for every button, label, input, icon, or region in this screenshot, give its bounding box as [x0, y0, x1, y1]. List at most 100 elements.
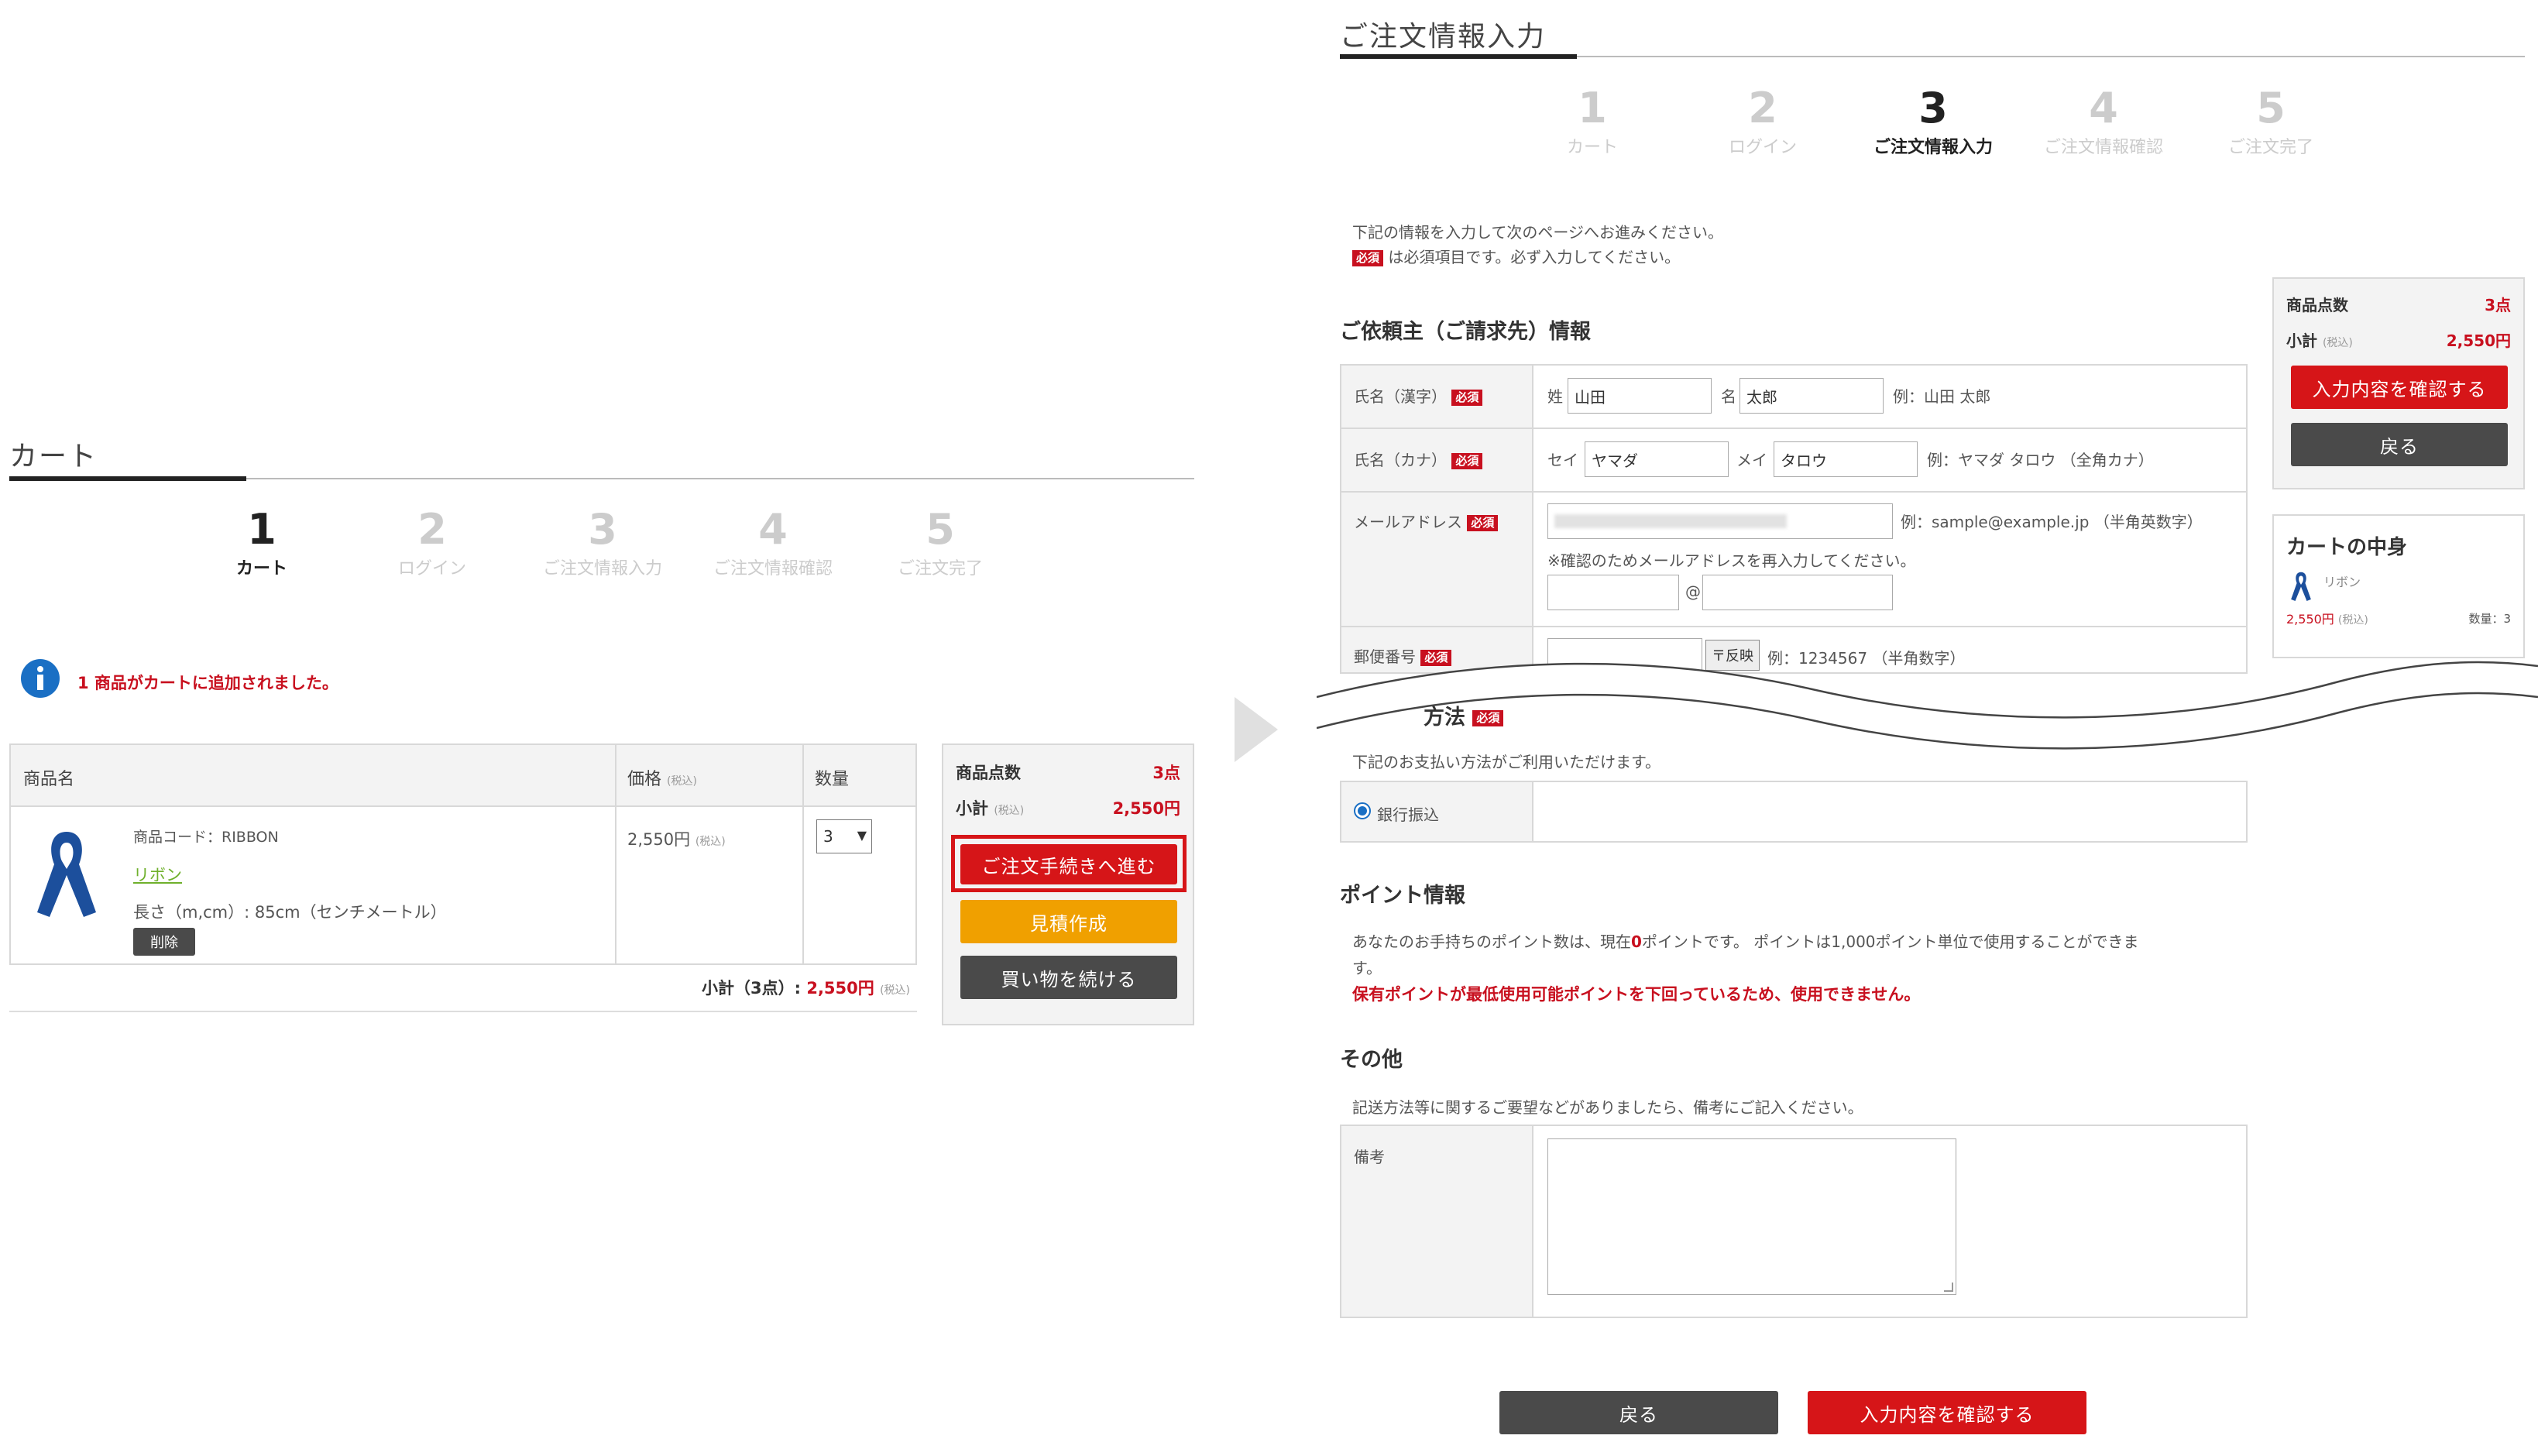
- email-confirm-note: ※確認のためメールアドレスを再入力してください。: [1547, 551, 1916, 570]
- other-note: 記送方法等に関するご要望などがありましたら、備考にご記入ください。: [1352, 1098, 1863, 1117]
- info-icon: [20, 658, 60, 699]
- quantity-select[interactable]: 3 ▼: [816, 819, 872, 853]
- intro-required-text: は必須項目です。必ず入力してください。: [1388, 248, 1681, 266]
- ribbon-icon[interactable]: [2288, 570, 2314, 604]
- item-count-label: 商品点数: [956, 764, 1021, 782]
- step-number: 4: [758, 505, 788, 554]
- table-header: [11, 745, 915, 807]
- cart-contents-box: カートの中身 リボン 2,550円 (税込) 数量：3: [2272, 514, 2525, 658]
- cart-item-name[interactable]: リボン: [2323, 572, 2361, 590]
- page-title: カート: [9, 441, 98, 472]
- remarks-form: 備考: [1340, 1125, 2248, 1318]
- tax-note: (税込): [695, 836, 726, 848]
- subtotal-label: 小計 (税込): [956, 796, 1024, 819]
- points-value: 0: [1631, 932, 1642, 951]
- chevron-down-icon: ▼: [857, 828, 867, 843]
- points-text-a: あなたのお手持ちのポイント数は、現在: [1352, 932, 1631, 951]
- step-number: 5: [926, 505, 955, 554]
- required-badge: 必須: [1451, 453, 1483, 469]
- tax-note: (税込): [994, 805, 1025, 817]
- required-badge: 必須: [1451, 390, 1483, 406]
- sidebar-back-button[interactable]: 戻る: [2291, 423, 2508, 466]
- step-order-confirm: 4 ご注文情報確認: [688, 505, 858, 579]
- subtotal-value: 2,550円: [1112, 799, 1180, 818]
- step-label: ご注文情報入力: [542, 559, 662, 579]
- email-input[interactable]: [1547, 503, 1893, 539]
- remarks-textarea[interactable]: [1547, 1138, 1956, 1295]
- cart-item-qty: 数量：3: [2468, 612, 2511, 626]
- email-example: 例：sample@example.jp （半角英数字）: [1901, 513, 2203, 531]
- required-badge: 必須: [1472, 710, 1504, 726]
- name-kana-label-text: 氏名（カナ）: [1354, 451, 1447, 469]
- points-warning: 保有ポイントが最低使用可能ポイントを下回っているため、使用できません。: [1352, 985, 1921, 1004]
- delete-button[interactable]: 削除: [133, 928, 195, 956]
- page-title: ご注文情報入力: [1340, 21, 1547, 53]
- step-number: 5: [2256, 84, 2286, 132]
- tax-note: (税込): [880, 984, 911, 997]
- row-divider: [1341, 428, 2246, 429]
- subtotal-value: 2,550円: [2446, 331, 2511, 350]
- intro-required-note: 必須 は必須項目です。必ず入力してください。: [1352, 245, 1680, 267]
- blurred-email: [1554, 514, 1787, 528]
- points-text-cont: す。: [1352, 959, 1382, 977]
- last-name-kana-input[interactable]: ヤマダ: [1585, 441, 1729, 477]
- cart-item-price: 2,550円 (税込): [2286, 609, 2368, 627]
- step-label: ご注文情報確認: [713, 559, 833, 579]
- payment-option-label[interactable]: 銀行振込: [1377, 802, 1439, 825]
- step-label: ログイン: [1728, 138, 1797, 157]
- points-text: あなたのお手持ちのポイント数は、現在0ポイントです。 ポイントは1,000ポイン…: [1352, 929, 2139, 952]
- column-header-qty: 数量: [815, 770, 850, 789]
- column-header-price-label: 価格: [627, 770, 662, 789]
- subtotal-label-text: 小計: [2286, 331, 2317, 350]
- intro-text: 下記の情報を入力して次のページへお進みください。: [1352, 223, 1723, 242]
- points-section-title: ポイント情報: [1340, 884, 1465, 908]
- step-number: 1: [1578, 84, 1607, 132]
- cart-subtotal-value: 2,550円: [806, 979, 874, 998]
- title-divider-accent: [1340, 54, 1577, 59]
- confirm-button[interactable]: 入力内容を確認する: [1808, 1391, 2086, 1434]
- step-order-input: 3 ご注文情報入力: [517, 505, 688, 579]
- step-number: 4: [2089, 84, 2118, 132]
- order-summary-box: 商品点数 3点 小計 (税込) 2,550円 入力内容を確認する 戻る: [2272, 277, 2525, 489]
- payment-radio[interactable]: [1354, 802, 1371, 819]
- product-name-link[interactable]: リボン: [133, 863, 182, 886]
- step-complete: 5 ご注文完了: [2186, 84, 2356, 158]
- step-number: 3: [1918, 84, 1948, 132]
- at-sign: @: [1685, 582, 1701, 601]
- payment-section-title: 方法 必須: [1424, 700, 1504, 730]
- step-cart: 1 カート: [1507, 84, 1678, 158]
- column-header-name: 商品名: [23, 770, 75, 789]
- step-label: ログイン: [397, 559, 466, 579]
- sei-prefix: 姓: [1547, 387, 1563, 406]
- mei-kana-prefix: メイ: [1736, 451, 1767, 469]
- payment-note: 下記のお支払い方法がご利用いただけます。: [1352, 753, 1661, 771]
- quote-button[interactable]: 見積作成: [960, 900, 1177, 943]
- continue-shopping-button[interactable]: 買い物を続ける: [960, 956, 1177, 999]
- sidebar-confirm-button[interactable]: 入力内容を確認する: [2291, 366, 2508, 409]
- step-number: 2: [417, 505, 447, 554]
- step-label: ご注文完了: [897, 559, 983, 579]
- email-label: メールアドレス 必須: [1354, 510, 1499, 532]
- checkout-button[interactable]: ご注文手続きへ進む: [960, 844, 1177, 884]
- resize-handle-icon[interactable]: [1944, 1283, 1953, 1292]
- name-kanji-label-text: 氏名（漢字）: [1354, 387, 1447, 406]
- step-login: 2 ログイン: [1678, 84, 1848, 158]
- step-label: カート: [1566, 138, 1618, 157]
- last-name-input[interactable]: 山田: [1568, 378, 1712, 414]
- tax-note: (税込): [2337, 614, 2368, 627]
- required-badge: 必須: [1352, 250, 1384, 266]
- transition-arrow-icon: [1235, 697, 1278, 765]
- item-count-value: 3点: [2485, 296, 2511, 314]
- item-count-value: 3点: [1152, 764, 1180, 782]
- other-section-title: その他: [1340, 1048, 1403, 1072]
- subtotal-label: 小計 (税込): [2286, 328, 2353, 351]
- step-order-confirm: 4 ご注文情報確認: [2018, 84, 2189, 158]
- ribbon-icon[interactable]: [28, 826, 105, 926]
- name-kana-label: 氏名（カナ） 必須: [1354, 448, 1483, 470]
- payment-section-title-text: 方法: [1424, 706, 1465, 730]
- first-name-input[interactable]: 太郎: [1740, 378, 1884, 414]
- name-kanji-example: 例：山田 太郎: [1893, 387, 1991, 406]
- first-name-kana-input[interactable]: タロウ: [1774, 441, 1918, 477]
- product-option: 長さ（m,cm）: 85cm（センチメートル）: [133, 903, 447, 922]
- back-button[interactable]: 戻る: [1499, 1391, 1778, 1434]
